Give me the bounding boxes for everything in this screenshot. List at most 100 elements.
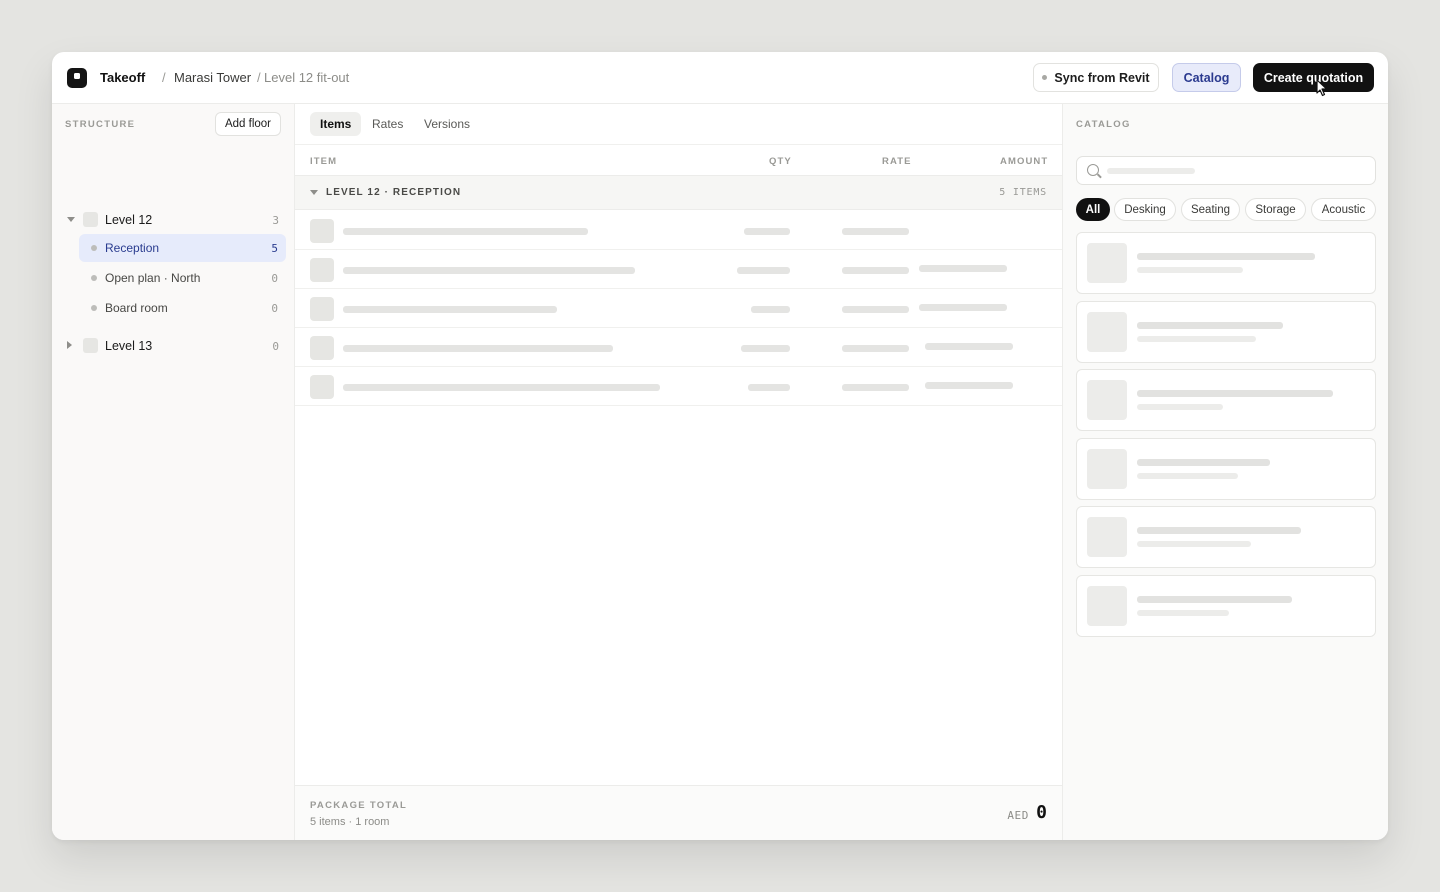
create-quotation-button[interactable]: Create quotation — [1253, 63, 1374, 92]
package-total-label: PACKAGE TOTAL — [310, 800, 408, 811]
catalog-title-placeholder — [1137, 459, 1270, 466]
catalog-search-input[interactable] — [1076, 156, 1376, 185]
qty-placeholder — [744, 228, 790, 235]
column-header-amount[interactable]: AMOUNT — [1000, 156, 1048, 167]
item-thumbnail-placeholder — [310, 258, 334, 282]
tab-rates[interactable]: Rates — [362, 112, 413, 136]
app-name: Takeoff — [100, 70, 146, 85]
catalog-thumbnail-placeholder — [1087, 380, 1127, 420]
qty-placeholder — [751, 306, 790, 313]
table-row[interactable] — [295, 367, 1062, 406]
catalog-title-placeholder — [1137, 596, 1292, 603]
app-logo-icon[interactable] — [67, 68, 87, 88]
breadcrumb-project[interactable]: Marasi Tower — [174, 70, 251, 85]
catalog-subtitle-placeholder — [1137, 541, 1251, 547]
catalog-toggle-button[interactable]: Catalog — [1172, 63, 1241, 92]
tree-room-open-plan-north[interactable]: Open plan · North 0 — [79, 264, 286, 292]
item-name-placeholder — [343, 345, 613, 352]
room-dot-icon — [91, 275, 97, 281]
rate-placeholder — [842, 306, 909, 313]
room-label: Reception — [105, 241, 160, 255]
amount-placeholder — [925, 382, 1013, 389]
rate-placeholder — [842, 384, 909, 391]
items-panel: Items Rates Versions ITEM QTY RATE AMOUN… — [295, 104, 1062, 840]
qty-placeholder — [737, 267, 790, 274]
catalog-subtitle-placeholder — [1137, 267, 1243, 273]
catalog-card[interactable] — [1076, 232, 1376, 294]
qty-placeholder — [748, 384, 790, 391]
sync-button-label: Sync from Revit — [1054, 70, 1150, 85]
column-header-qty[interactable]: QTY — [769, 156, 792, 167]
chevron-right-icon[interactable] — [67, 341, 72, 349]
catalog-thumbnail-placeholder — [1087, 312, 1127, 352]
chip-seating[interactable]: Seating — [1181, 198, 1240, 221]
item-name-placeholder — [343, 228, 588, 235]
table-row[interactable] — [295, 289, 1062, 328]
catalog-title-placeholder — [1137, 253, 1315, 260]
table-row[interactable] — [295, 250, 1062, 289]
chip-acoustic[interactable]: Acoustic — [1311, 198, 1376, 221]
rate-placeholder — [842, 267, 909, 274]
catalog-thumbnail-placeholder — [1087, 586, 1127, 626]
catalog-thumbnail-placeholder — [1087, 243, 1127, 283]
column-header-rate[interactable]: RATE — [882, 156, 912, 167]
breadcrumb-separator: / — [162, 70, 166, 85]
add-floor-button[interactable]: Add floor — [215, 112, 281, 136]
catalog-card[interactable] — [1076, 575, 1376, 637]
catalog-section-label: CATALOG — [1076, 119, 1131, 130]
catalog-subtitle-placeholder — [1137, 610, 1229, 616]
amount-placeholder — [919, 265, 1007, 272]
tree-room-board-room[interactable]: Board room 0 — [79, 294, 286, 322]
catalog-panel: CATALOG All Desking Seating Storage Acou… — [1062, 104, 1388, 840]
catalog-title-placeholder — [1137, 390, 1333, 397]
floor-room-count: 3 — [272, 214, 279, 227]
catalog-title-placeholder — [1137, 527, 1301, 534]
room-item-count: 0 — [271, 302, 278, 315]
breadcrumb-separator: / — [257, 70, 261, 85]
sync-from-revit-button[interactable]: Sync from Revit — [1033, 63, 1159, 92]
search-icon — [1087, 164, 1099, 176]
chip-all[interactable]: All — [1076, 198, 1110, 221]
item-thumbnail-placeholder — [310, 336, 334, 360]
item-name-placeholder — [343, 384, 660, 391]
chip-desking[interactable]: Desking — [1114, 198, 1176, 221]
item-name-placeholder — [343, 267, 635, 274]
column-header-item[interactable]: ITEM — [310, 156, 337, 167]
create-button-label: Create quotation — [1263, 70, 1364, 85]
search-placeholder-skeleton — [1107, 168, 1195, 174]
catalog-card[interactable] — [1076, 369, 1376, 431]
table-row[interactable] — [295, 211, 1062, 250]
floor-label: Level 12 — [105, 213, 153, 227]
floor-label: Level 13 — [105, 339, 153, 353]
catalog-card[interactable] — [1076, 438, 1376, 500]
room-item-count: 0 — [271, 272, 278, 285]
room-item-count: 5 — [271, 242, 278, 255]
group-title: LEVEL 12 · RECEPTION — [326, 187, 462, 198]
table-row[interactable] — [295, 328, 1062, 367]
tab-versions[interactable]: Versions — [414, 112, 480, 136]
chevron-down-icon[interactable] — [67, 217, 75, 222]
rate-placeholder — [842, 228, 909, 235]
chevron-down-icon[interactable] — [310, 190, 318, 195]
tree-room-reception[interactable]: Reception 5 — [79, 234, 286, 262]
qty-placeholder — [741, 345, 790, 352]
group-header[interactable]: LEVEL 12 · RECEPTION 5 ITEMS — [295, 176, 1062, 210]
catalog-card[interactable] — [1076, 301, 1376, 363]
room-label: Open plan · North — [105, 271, 201, 285]
tree-floor-level-13[interactable]: Level 13 0 — [52, 331, 295, 359]
catalog-subtitle-placeholder — [1137, 336, 1256, 342]
catalog-card[interactable] — [1076, 506, 1376, 568]
chip-storage[interactable]: Storage — [1245, 198, 1306, 221]
catalog-thumbnail-placeholder — [1087, 449, 1127, 489]
structure-section-label: STRUCTURE — [65, 119, 136, 130]
catalog-thumbnail-placeholder — [1087, 517, 1127, 557]
structure-sidebar: STRUCTURE Add floor Level 12 3 Reception… — [52, 104, 295, 840]
mouse-cursor-icon — [1316, 79, 1328, 97]
catalog-title-placeholder — [1137, 322, 1283, 329]
catalog-subtitle-placeholder — [1137, 473, 1238, 479]
tree-floor-level-12[interactable]: Level 12 3 — [52, 205, 295, 233]
tab-items[interactable]: Items — [310, 112, 362, 136]
top-bar: Takeoff / Marasi Tower / Level 12 fit-ou… — [52, 52, 1388, 104]
amount-placeholder — [919, 304, 1007, 311]
floor-room-count: 0 — [272, 340, 279, 353]
